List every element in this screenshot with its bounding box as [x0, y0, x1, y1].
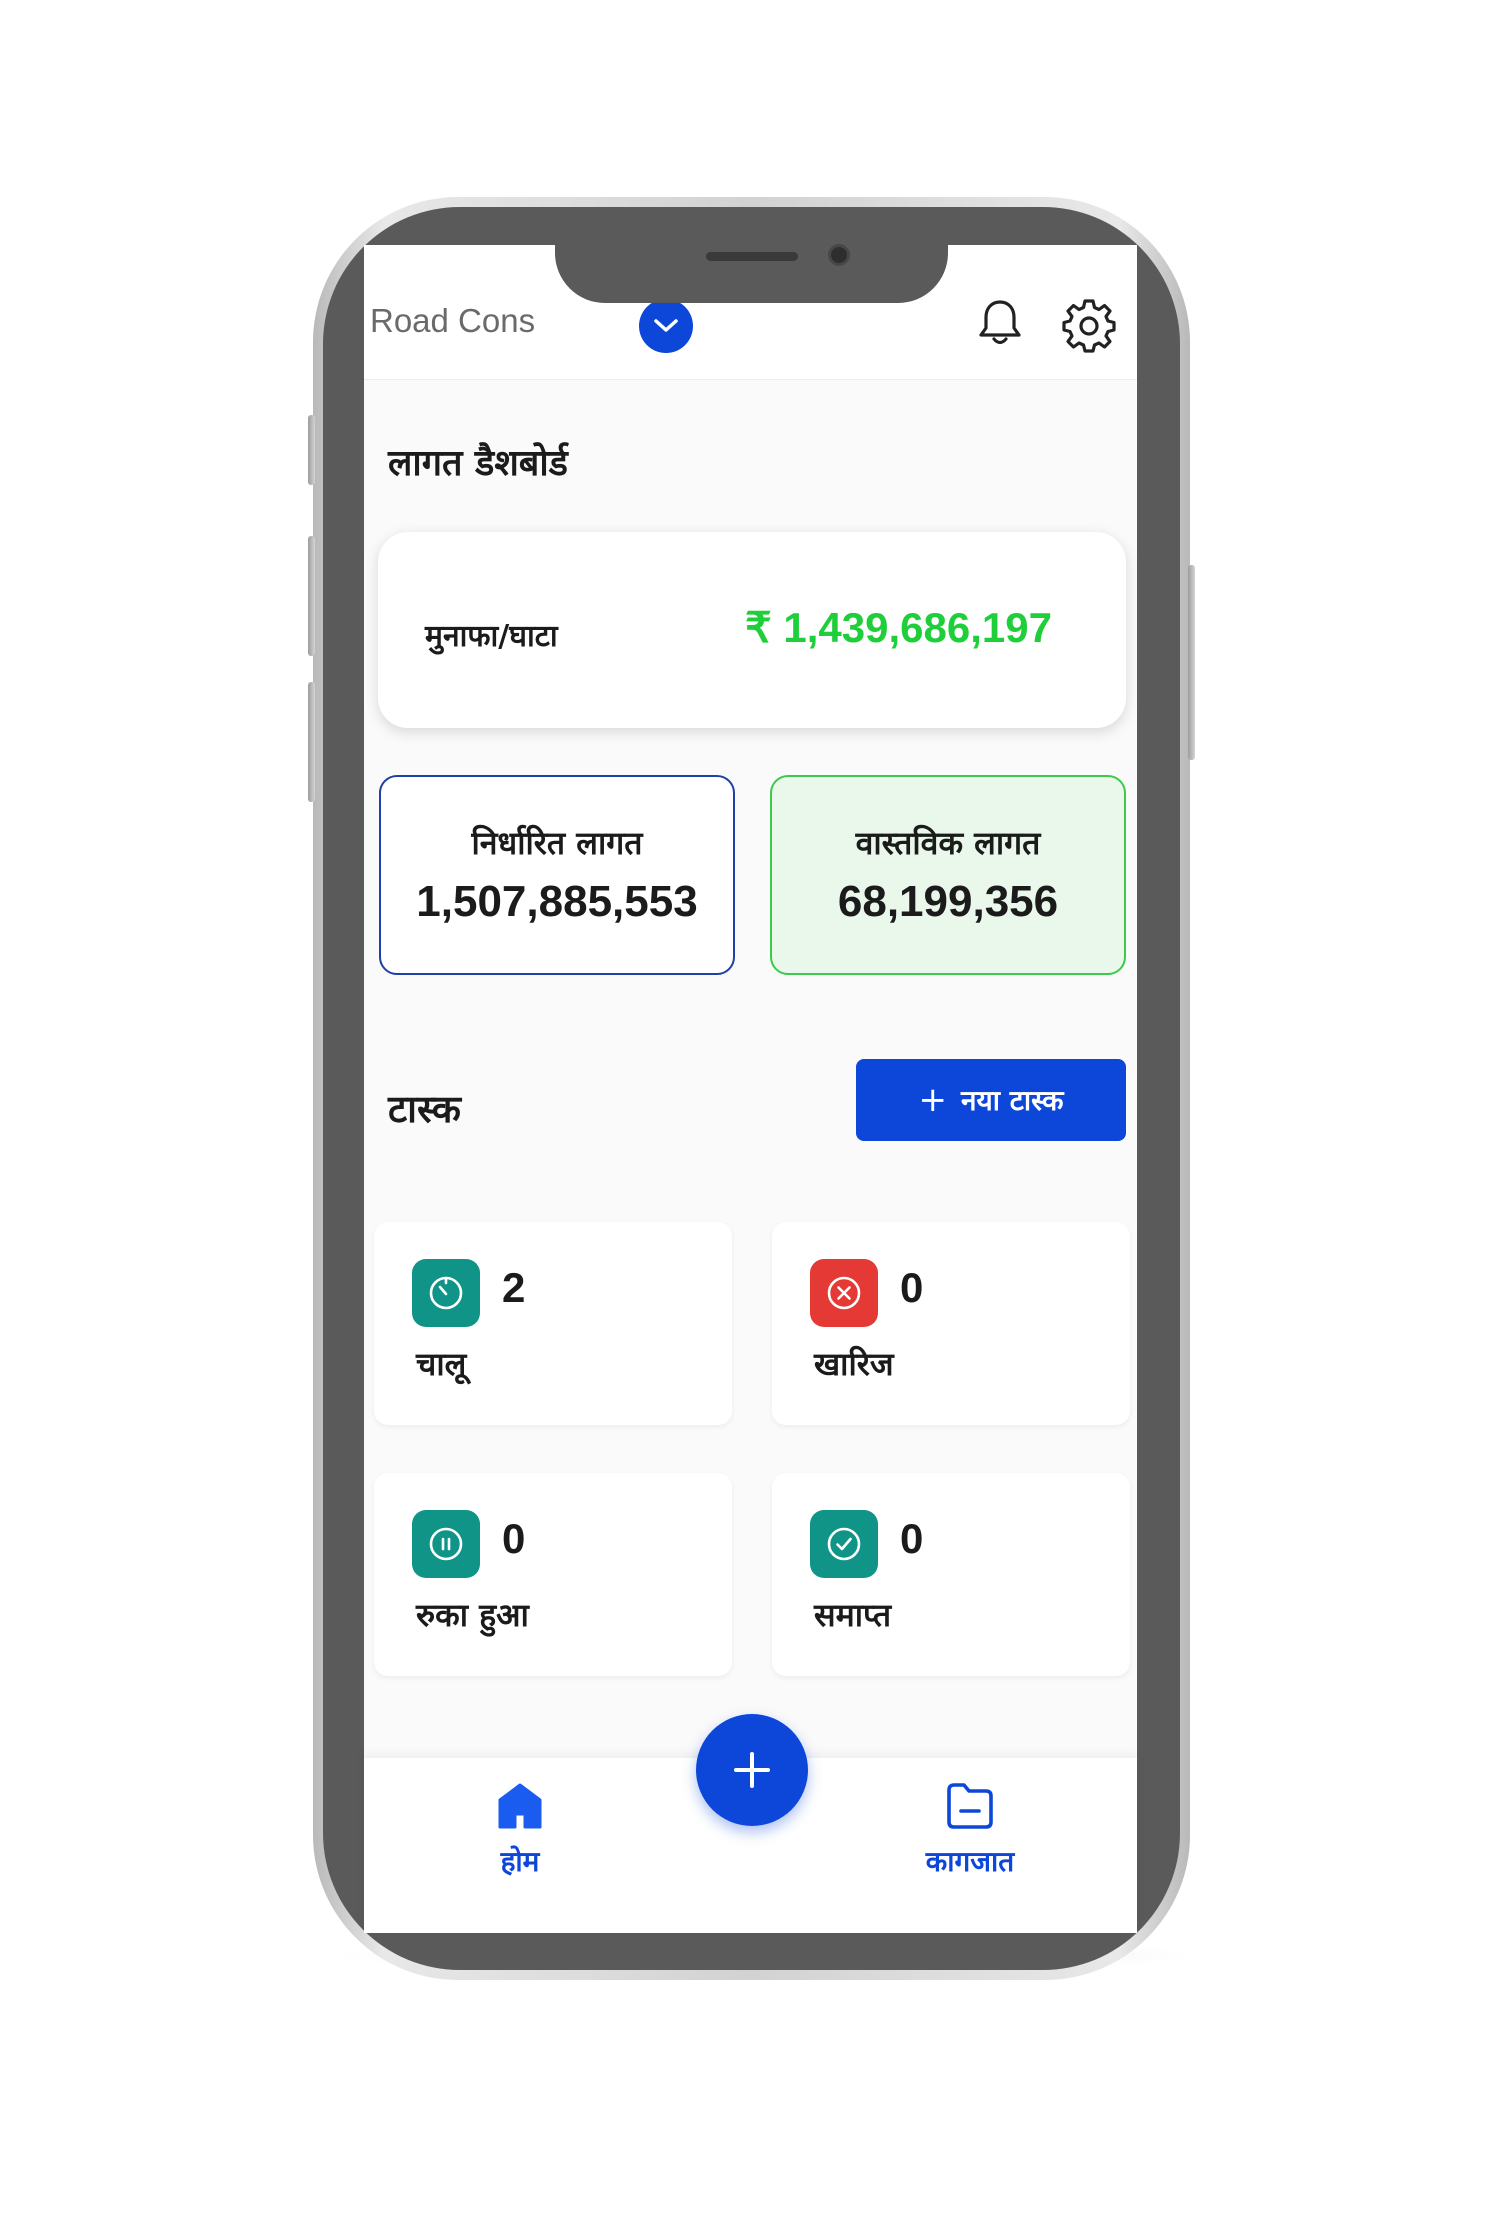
task-count-completed: 0 — [900, 1515, 924, 1562]
phone-speaker — [706, 252, 798, 261]
task-count-paused: 0 — [502, 1515, 526, 1562]
new-task-button[interactable]: + नया टास्क — [856, 1059, 1126, 1141]
gear-icon[interactable] — [1060, 296, 1118, 354]
phone-power-button — [1188, 565, 1195, 760]
task-label-completed: समाप्त — [814, 1596, 892, 1634]
task-card-paused[interactable]: 0 रुका हुआ — [374, 1473, 732, 1676]
nav-label-documents: कागजात — [925, 1845, 1015, 1878]
check-circle-icon — [810, 1510, 878, 1578]
plus-icon — [734, 1752, 770, 1788]
add-fab-button[interactable] — [696, 1714, 808, 1826]
nav-item-home[interactable]: होम — [470, 1780, 570, 1890]
task-card-rejected[interactable]: 0 खारिज — [772, 1222, 1130, 1425]
phone-volume-down — [308, 682, 315, 802]
task-count-ongoing: 2 — [502, 1264, 526, 1311]
new-task-label: नया टास्क — [960, 1084, 1064, 1117]
task-label-ongoing: चालू — [416, 1345, 467, 1383]
bell-icon[interactable] — [973, 296, 1027, 350]
phone-volume-up — [308, 536, 315, 656]
planned-cost-card[interactable]: निर्धारित लागत 1,507,885,553 — [379, 775, 735, 975]
actual-cost-label: वास्तविक लागत — [855, 824, 1041, 862]
profit-loss-label: मुनाफा/घाटा — [425, 619, 558, 654]
actual-cost-value: 68,199,356 — [837, 877, 1059, 926]
nav-label-home: होम — [500, 1845, 540, 1878]
chevron-down-icon[interactable] — [639, 299, 693, 353]
cancel-circle-icon — [810, 1259, 878, 1327]
task-card-ongoing[interactable]: 2 चालू — [374, 1222, 732, 1425]
plus-icon: + — [918, 1080, 947, 1120]
pause-circle-icon — [412, 1510, 480, 1578]
tasks-title: टास्क — [388, 1087, 461, 1131]
phone-silent-switch — [308, 415, 315, 485]
planned-cost-value: 1,507,885,553 — [416, 877, 698, 926]
task-count-rejected: 0 — [900, 1264, 924, 1311]
camera-icon — [828, 244, 850, 266]
timer-icon — [412, 1259, 480, 1327]
folder-icon — [947, 1783, 993, 1829]
nav-item-documents[interactable]: कागजात — [900, 1780, 1040, 1890]
task-label-paused: रुका हुआ — [416, 1596, 529, 1634]
task-label-rejected: खारिज — [814, 1345, 894, 1383]
profit-loss-value: ₹ 1,439,686,197 — [745, 604, 1052, 651]
project-name[interactable]: Road Cons — [370, 302, 535, 340]
actual-cost-card[interactable]: वास्तविक लागत 68,199,356 — [770, 775, 1126, 975]
home-icon — [498, 1783, 542, 1829]
dashboard-title: लागत डैशबोर्ड — [388, 443, 568, 484]
planned-cost-label: निर्धारित लागत — [471, 824, 643, 862]
task-card-completed[interactable]: 0 समाप्त — [772, 1473, 1130, 1676]
